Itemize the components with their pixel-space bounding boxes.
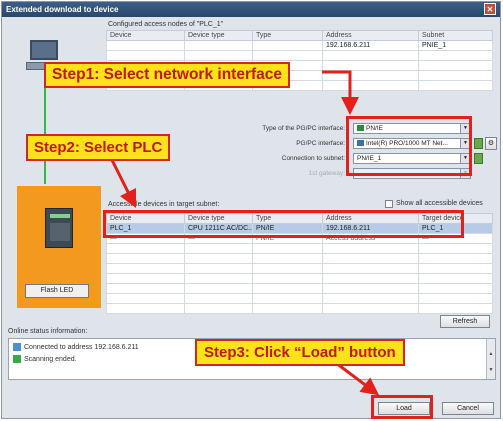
plc-panel: Flash LED	[17, 186, 101, 308]
configured-header-row: Device Device type Type Address Subnet	[106, 30, 493, 41]
step2-callout: Step2: Select PLC	[26, 134, 171, 161]
scroll-down-icon[interactable]: ▼	[488, 367, 494, 373]
online-status-label: Online status information:	[8, 328, 88, 335]
pgpc-interface-label: PG/PC interface:	[296, 140, 345, 147]
configured-nodes-label: Configured access nodes of "PLC_1"	[108, 21, 224, 28]
col-subnet: Subnet	[418, 30, 493, 41]
show-all-checkbox[interactable]	[385, 200, 393, 208]
dialog-title: Extended download to device	[6, 5, 119, 14]
table-row	[106, 263, 493, 274]
status-line: Connected to address 192.168.6.211	[13, 343, 139, 351]
refresh-button[interactable]: Refresh	[440, 315, 490, 328]
gateway-label: 1st gateway:	[308, 170, 346, 177]
table-row	[106, 283, 493, 294]
accessible-devices-label: Accessible devices in target subnet:	[108, 201, 220, 208]
scroll-up-icon[interactable]: ▲	[488, 351, 494, 357]
connect-icon	[13, 343, 21, 351]
interface-highlight	[346, 116, 472, 176]
status-ok-icon	[474, 138, 483, 149]
configured-subnet: PNIE_1	[418, 40, 493, 51]
check-icon	[13, 355, 21, 363]
pgpc-type-label: Type of the PG/PC interface:	[262, 125, 345, 132]
table-row	[106, 273, 493, 284]
configured-address: 192.168.6.211	[322, 40, 419, 51]
show-all-label: Show all accessible devices	[396, 200, 483, 207]
subnet-label: Connection to subnet:	[281, 155, 345, 162]
table-row	[106, 50, 493, 61]
flash-led-button[interactable]: Flash LED	[25, 284, 89, 298]
status-line: Scanning ended.	[13, 355, 77, 363]
step3-callout: Step3: Click “Load” button	[195, 339, 405, 366]
table-row	[106, 293, 493, 304]
col-device: Device	[106, 30, 185, 41]
col-type: Type	[252, 30, 323, 41]
table-row	[106, 253, 493, 264]
table-row[interactable]: 192.168.6.211 PNIE_1	[106, 40, 493, 51]
table-row	[106, 303, 493, 314]
table-row	[106, 243, 493, 254]
plc-highlight	[103, 210, 464, 238]
dialog-titlebar: Extended download to device ✕	[2, 2, 500, 17]
status-ok-icon	[474, 153, 483, 164]
properties-button[interactable]: ⚙	[485, 137, 497, 150]
plc-icon	[45, 208, 73, 248]
step1-callout: Step1: Select network interface	[44, 62, 290, 88]
col-device-type: Device type	[184, 30, 253, 41]
connection-line	[44, 76, 46, 184]
col-address: Address	[322, 30, 419, 41]
close-icon[interactable]: ✕	[484, 3, 496, 15]
status-scrollbar[interactable]: ▲ ▼	[486, 339, 495, 379]
cancel-button[interactable]: Cancel	[442, 402, 494, 415]
settings-icon: ⚙	[487, 140, 495, 147]
load-highlight	[371, 395, 433, 419]
